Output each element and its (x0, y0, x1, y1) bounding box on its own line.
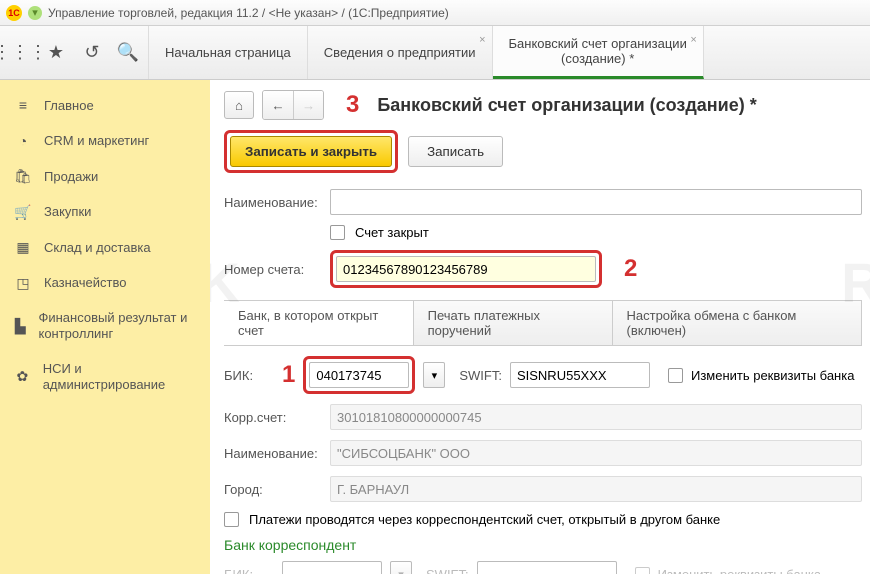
sidebar-label: Финансовый результат и контроллинг (38, 310, 196, 343)
edit-requisites-label: Изменить реквизиты банка (691, 368, 854, 383)
top-toolbar: ⋮⋮⋮ ★ ↺ 🔍 Начальная страница Сведения о … (0, 26, 870, 80)
sidebar: ≡ Главное ◔ CRM и маркетинг 🛍 Продажи 🛒 Заку… (0, 80, 210, 574)
tab-home[interactable]: Начальная страница (149, 26, 308, 79)
label-swift2: SWIFT: (426, 567, 469, 574)
annotation-3: 3 (346, 91, 359, 119)
section-korr-bank: Банк корреспондент (224, 537, 862, 553)
menu-icon: ≡ (14, 97, 32, 115)
subtab-print[interactable]: Печать платежных поручений (414, 301, 613, 345)
city-input (330, 476, 862, 502)
label-korr: Корр.счет: (224, 410, 324, 425)
sidebar-label: Закупки (44, 204, 91, 220)
label-city: Город: (224, 482, 324, 497)
close-icon[interactable]: × (479, 34, 485, 46)
subtab-bank[interactable]: Банк, в котором открыт счет (224, 301, 414, 345)
sidebar-item-treasury[interactable]: ◳ Казначейство (0, 266, 210, 302)
window-title: Управление торговлей, редакция 11.2 / <Н… (48, 6, 449, 20)
label-name: Наименование: (224, 195, 324, 210)
subtabs: Банк, в котором открыт счет Печать плате… (224, 300, 862, 346)
bik2-lookup-button: ▾ (390, 561, 412, 574)
swift2-input (477, 561, 617, 574)
edit-requisites2-checkbox (635, 567, 650, 574)
bik2-input (282, 561, 382, 574)
grid-icon: ▦ (14, 239, 32, 257)
sidebar-label: Казначейство (44, 275, 126, 291)
window-titlebar: 1С ▾ Управление торговлей, редакция 11.2… (0, 0, 870, 26)
tab-sublabel: (создание) * (509, 51, 687, 66)
closed-checkbox[interactable] (330, 225, 345, 240)
annotation-1: 1 (282, 361, 295, 389)
sidebar-item-warehouse[interactable]: ▦ Склад и доставка (0, 230, 210, 266)
forward-button[interactable]: → (293, 91, 323, 119)
page-title: Банковский счет организации (создание) * (377, 95, 756, 116)
apps-icon[interactable]: ⋮⋮⋮ (10, 43, 30, 63)
save-close-button[interactable]: Записать и закрыть (230, 136, 392, 167)
chart-icon: ▙ (14, 318, 26, 336)
gear-icon: ✿ (14, 368, 31, 386)
tab-bank-account[interactable]: Банковский счет организации (создание) *… (493, 26, 704, 79)
search-icon[interactable]: 🔍 (118, 43, 138, 63)
sidebar-label: Склад и доставка (44, 240, 151, 256)
close-icon[interactable]: × (690, 34, 696, 46)
bik-lookup-button[interactable]: ▾ (423, 362, 445, 388)
bag-icon: 🛍 (14, 168, 32, 186)
tab-company-info[interactable]: Сведения о предприятии × (308, 26, 493, 79)
via-korr-checkbox[interactable] (224, 512, 239, 527)
cart-icon: 🛒 (14, 204, 32, 222)
history-icon[interactable]: ↺ (82, 43, 102, 63)
app-icon: 1С (6, 5, 22, 21)
korr-input (330, 404, 862, 430)
swift-input[interactable] (510, 362, 650, 388)
label-bik: БИК: (224, 368, 274, 383)
sidebar-label: Продажи (44, 169, 98, 185)
annotation-2: 2 (624, 255, 637, 283)
closed-label: Счет закрыт (355, 225, 429, 240)
account-input[interactable] (336, 256, 596, 282)
via-korr-label: Платежи проводятся через корреспондентск… (249, 512, 720, 527)
sidebar-item-sales[interactable]: 🛍 Продажи (0, 159, 210, 195)
sidebar-label: CRM и маркетинг (44, 133, 149, 149)
sidebar-item-crm[interactable]: ◔ CRM и маркетинг (0, 124, 210, 160)
main-panel: TEK RU ⌂ ← → 3 Банковский счет организац… (210, 80, 870, 574)
dropdown-icon[interactable]: ▾ (28, 6, 42, 20)
sidebar-label: НСИ и администрирование (43, 361, 196, 394)
label-bankname: Наименование: (224, 446, 324, 461)
highlight-save-close: Записать и закрыть (224, 130, 398, 173)
pie-icon: ◔ (14, 133, 32, 151)
back-button[interactable]: ← (263, 91, 293, 119)
label-bik2: БИК: (224, 567, 274, 574)
edit-requisites-checkbox[interactable] (668, 368, 683, 383)
subtab-exchange[interactable]: Настройка обмена с банком (включен) (613, 301, 863, 345)
sidebar-item-main[interactable]: ≡ Главное (0, 88, 210, 124)
sidebar-item-finance[interactable]: ▙ Финансовый результат и контроллинг (0, 301, 210, 352)
star-icon[interactable]: ★ (46, 43, 66, 63)
sidebar-item-purchases[interactable]: 🛒 Закупки (0, 195, 210, 231)
tab-label: Сведения о предприятии (324, 45, 476, 60)
name-input[interactable] (330, 189, 862, 215)
tab-label: Начальная страница (165, 45, 291, 60)
home-button[interactable]: ⌂ (224, 91, 254, 119)
tab-label: Банковский счет организации (509, 36, 687, 51)
sidebar-label: Главное (44, 98, 94, 114)
bankname-input (330, 440, 862, 466)
bik-input[interactable] (309, 362, 409, 388)
label-swift: SWIFT: (459, 368, 502, 383)
save-button[interactable]: Записать (408, 136, 503, 167)
edit-requisites2-label: Изменить реквизиты банка (658, 567, 821, 574)
window-icon: ◳ (14, 275, 32, 293)
sidebar-item-admin[interactable]: ✿ НСИ и администрирование (0, 352, 210, 403)
